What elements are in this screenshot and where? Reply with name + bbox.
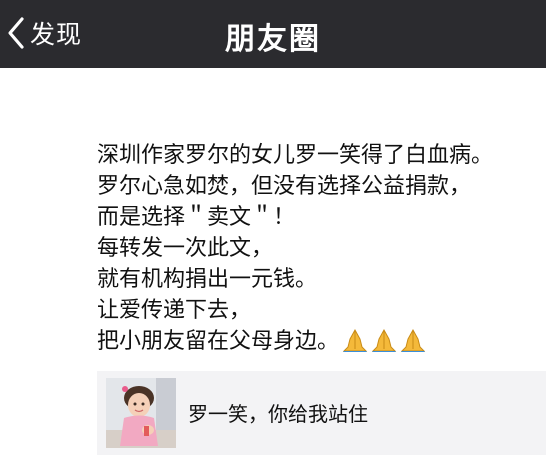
- praying-hands-icon: [400, 328, 426, 352]
- shared-article-card[interactable]: 罗一笑，你给我站住: [97, 371, 546, 455]
- praying-hands-icon: [342, 328, 368, 352]
- post-line: 把小朋友留在父母身边。: [97, 329, 340, 354]
- page-title: 朋友圈: [225, 22, 321, 57]
- post-line: 深圳作家罗尔的女儿罗一笑得了白血病。: [97, 143, 494, 168]
- navigation-bar: 发现 朋友圈: [0, 0, 546, 68]
- post-line: 而是选择＂卖文＂！: [97, 205, 296, 230]
- praying-hands-icon: [371, 328, 397, 352]
- post-line: 让爱传递下去，: [97, 298, 252, 323]
- post-line: 就有机构捐出一元钱。: [97, 267, 318, 292]
- post-line-with-emoji: 把小朋友留在父母身边。: [97, 326, 546, 362]
- article-thumbnail: [106, 378, 176, 448]
- girl-photo-image: [106, 378, 176, 448]
- post-line: 罗尔心急如焚，但没有选择公益捐款，: [97, 174, 472, 199]
- praying-hands-emoji: [341, 327, 428, 362]
- article-title: 罗一笑，你给我站住: [188, 402, 368, 426]
- post-text: 深圳作家罗尔的女儿罗一笑得了白血病。 罗尔心急如焚，但没有选择公益捐款， 而是选…: [97, 140, 546, 362]
- post-line: 每转发一次此文，: [97, 236, 274, 261]
